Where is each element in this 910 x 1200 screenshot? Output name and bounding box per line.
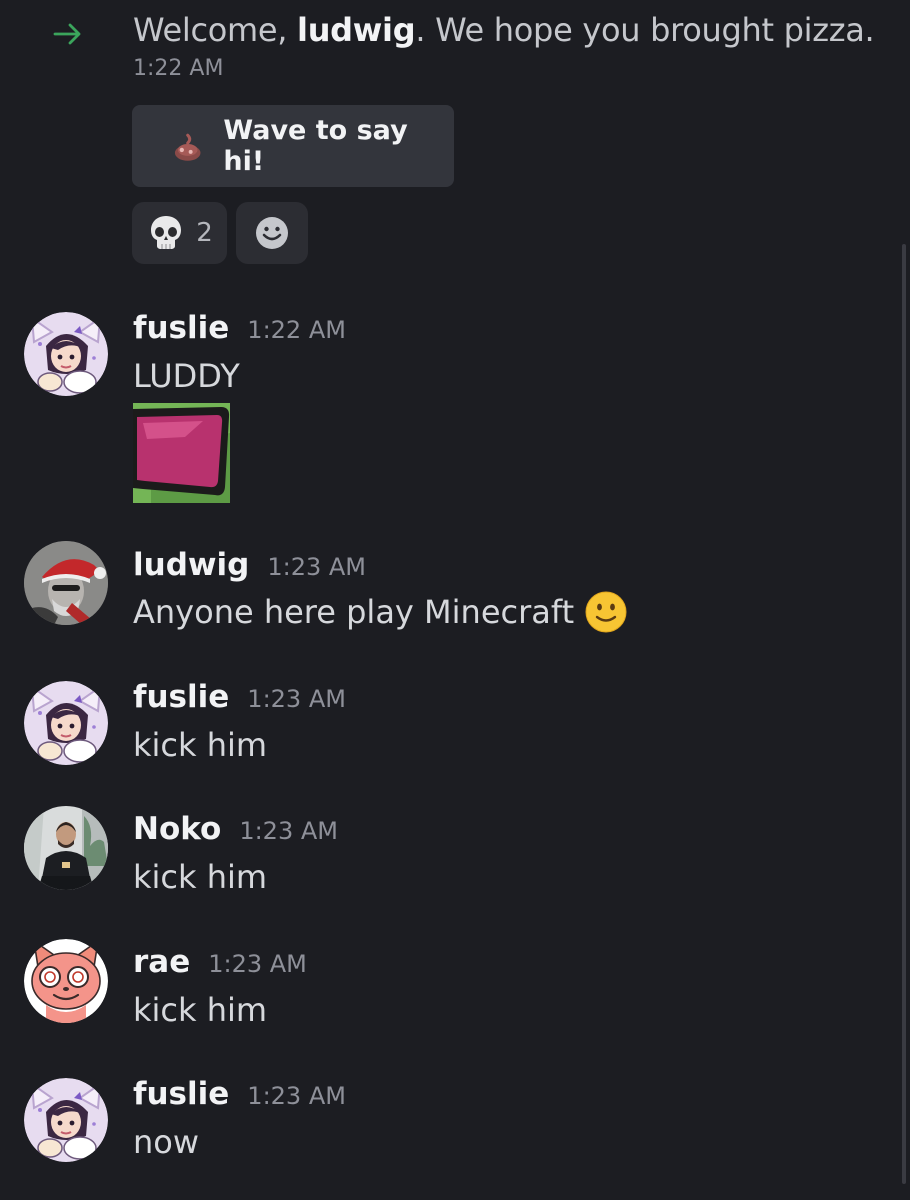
message-body: Anyone here play Minecraft [133, 593, 575, 631]
join-timestamp: 1:22 AM [133, 56, 224, 81]
scrollbar[interactable] [902, 244, 906, 1184]
author-line: fuslie 1:23 AM [133, 679, 346, 715]
message-body: kick him [133, 858, 268, 896]
join-message-text: Welcome, ludwig. We hope you brought piz… [133, 8, 875, 52]
message-timestamp: 1:22 AM [247, 316, 346, 344]
author-name[interactable]: ludwig [133, 547, 249, 583]
message-text: now [133, 1120, 199, 1164]
author-line: fuslie 1:23 AM [133, 1076, 346, 1112]
join-prefix: Welcome, [133, 11, 298, 49]
message-text: kick him [133, 855, 267, 899]
arrow-right-icon [53, 23, 81, 45]
message-timestamp: 1:23 AM [267, 553, 366, 581]
skull-icon [151, 216, 182, 249]
fuslie-cat-avatar [24, 681, 108, 765]
fuslie-cat-avatar [24, 1078, 108, 1162]
author-line: rae 1:23 AM [133, 944, 307, 980]
message-body: LUDDY [133, 357, 240, 395]
author-name[interactable]: fuslie [133, 1076, 229, 1112]
message-body: kick him [133, 726, 268, 764]
wave-button-label: Wave to say hi! [223, 115, 408, 177]
fuslie-cat-avatar [24, 312, 108, 396]
chat-message-list[interactable]: Welcome, ludwig. We hope you brought piz… [0, 0, 910, 1200]
avatar[interactable] [24, 806, 108, 890]
skull-reaction-count: 2 [196, 218, 213, 248]
noko-photo-avatar [24, 806, 108, 890]
join-suffix: . We hope you brought pizza. [415, 11, 875, 49]
author-line: Noko 1:23 AM [133, 811, 338, 847]
message-text: Anyone here play Minecraft [133, 590, 628, 634]
avatar[interactable] [24, 681, 108, 765]
avatar[interactable] [24, 939, 108, 1023]
message-timestamp: 1:23 AM [247, 1082, 346, 1110]
add-reaction-icon [256, 217, 288, 249]
author-name[interactable]: fuslie [133, 679, 229, 715]
message-body: now [133, 1123, 200, 1161]
rae-fox-avatar [24, 939, 108, 1023]
author-name[interactable]: Noko [133, 811, 221, 847]
message-timestamp: 1:23 AM [239, 817, 338, 845]
add-reaction-button[interactable] [236, 202, 308, 264]
message-text: kick him [133, 723, 267, 767]
author-line: ludwig 1:23 AM [133, 547, 366, 583]
slight-smile-icon [585, 591, 627, 633]
ludwig-santa-avatar [24, 541, 108, 625]
author-name[interactable]: fuslie [133, 310, 229, 346]
wave-to-say-hi-button[interactable]: Wave to say hi! [132, 105, 454, 187]
avatar[interactable] [24, 1078, 108, 1162]
pepe-sunglasses-emote[interactable] [133, 403, 230, 503]
author-line: fuslie 1:22 AM [133, 310, 346, 346]
join-username[interactable]: ludwig [297, 11, 416, 49]
wave-sticker-icon [174, 133, 201, 161]
avatar[interactable] [24, 541, 108, 625]
message-text: kick him [133, 988, 267, 1032]
avatar[interactable] [24, 312, 108, 396]
message-timestamp: 1:23 AM [208, 950, 307, 978]
message-text: LUDDY [133, 354, 240, 398]
skull-reaction[interactable]: 2 [132, 202, 227, 264]
message-timestamp: 1:23 AM [247, 685, 346, 713]
message-body: kick him [133, 991, 268, 1029]
author-name[interactable]: rae [133, 944, 190, 980]
